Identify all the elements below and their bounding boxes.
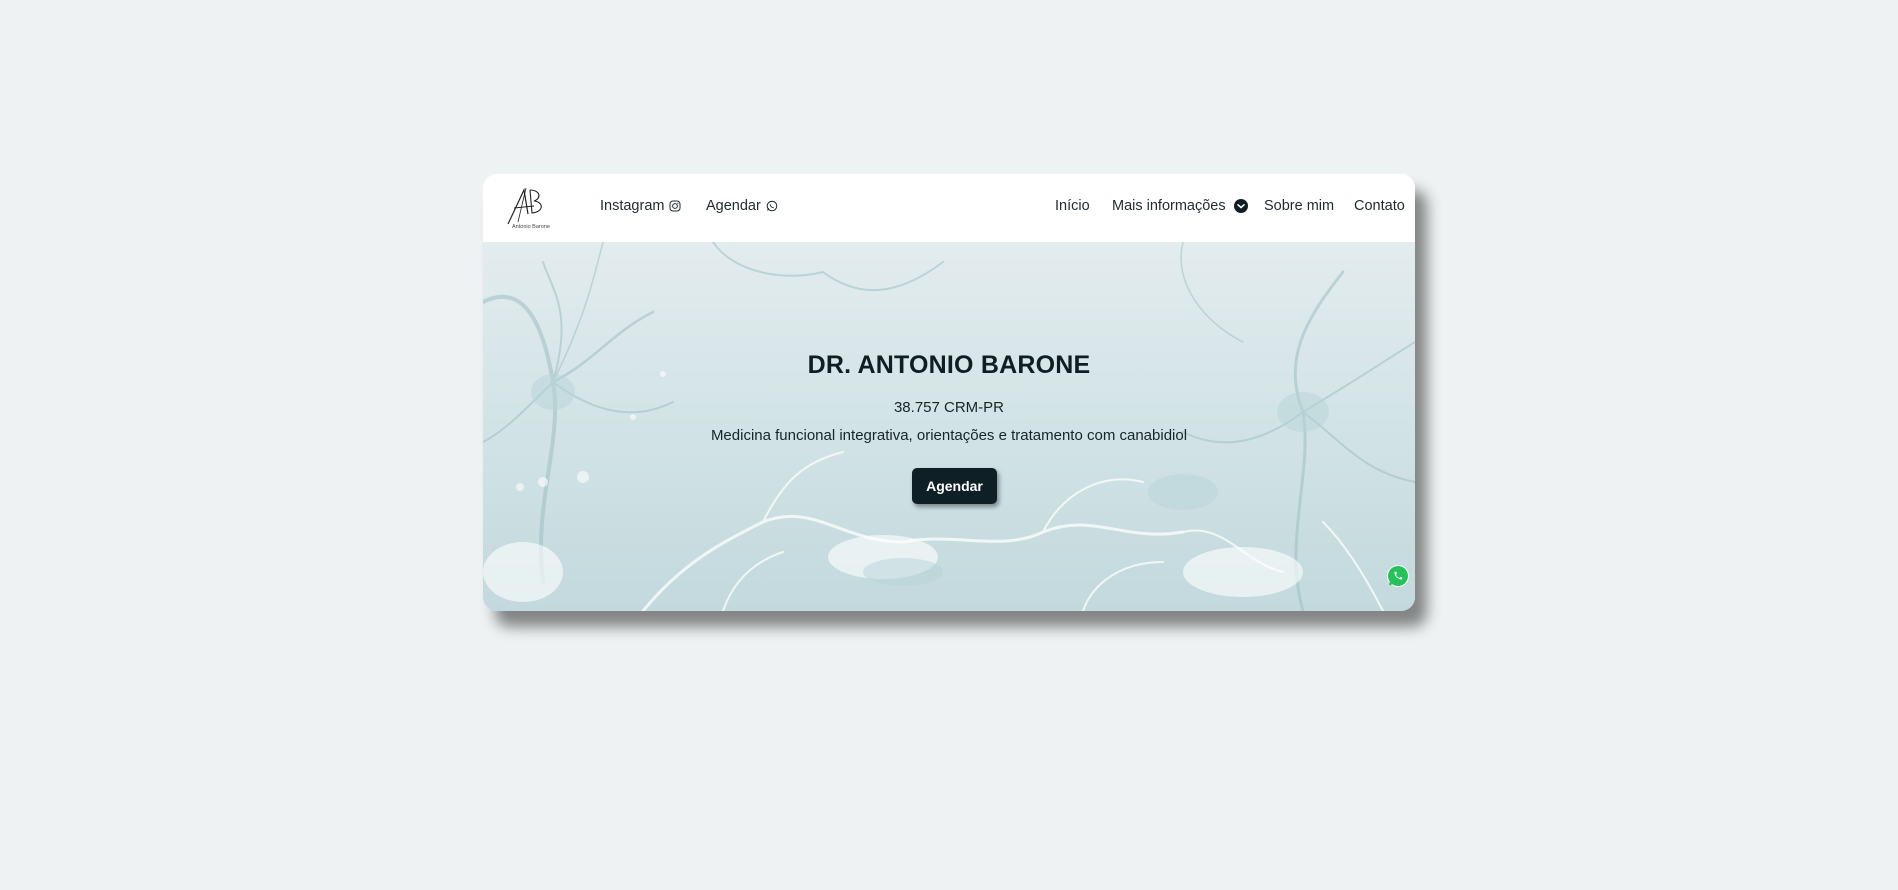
whatsapp-icon — [1387, 565, 1409, 587]
page-title: DR. ANTONIO BARONE — [807, 351, 1091, 379]
nav-link-contato[interactable]: Contato — [1354, 198, 1405, 214]
nav-link-mais-informacoes[interactable]: Mais informações — [1112, 198, 1248, 214]
nav-link-agendar[interactable]: Agendar — [706, 198, 778, 214]
nav-link-label: Mais informações — [1112, 198, 1226, 214]
whatsapp-float-button[interactable] — [1386, 564, 1410, 588]
signature-logo-icon: Antonio Barone — [507, 187, 550, 230]
nav-link-sobre-mim[interactable]: Sobre mim — [1264, 198, 1334, 214]
nav-link-instagram[interactable]: Instagram — [600, 198, 681, 214]
nav-link-label: Início — [1055, 198, 1090, 214]
chevron-down-circle-icon — [1233, 199, 1248, 213]
logo[interactable]: Antonio Barone — [504, 184, 556, 232]
agendar-button[interactable]: Agendar — [912, 468, 997, 504]
nav-link-label: Sobre mim — [1264, 198, 1335, 214]
whatsapp-icon — [766, 200, 778, 212]
logo-text: Antonio Barone — [512, 224, 550, 230]
navbar: Antonio Barone Instagram Agendar Início … — [483, 174, 1415, 242]
nav-link-label: Contato — [1354, 198, 1405, 214]
nav-link-label: Agendar — [706, 198, 761, 214]
hero-section: DR. ANTONIO BARONE 38.757 CRM-PR Medicin… — [483, 242, 1415, 611]
site-card: Antonio Barone Instagram Agendar Início … — [483, 174, 1415, 611]
instagram-icon — [669, 200, 681, 212]
nav-link-label: Instagram — [600, 198, 665, 214]
nav-link-inicio[interactable]: Início — [1055, 198, 1090, 214]
hero-description: Medicina funcional integrativa, orientaç… — [710, 427, 1188, 444]
crm-number: 38.757 CRM-PR — [893, 399, 1005, 416]
